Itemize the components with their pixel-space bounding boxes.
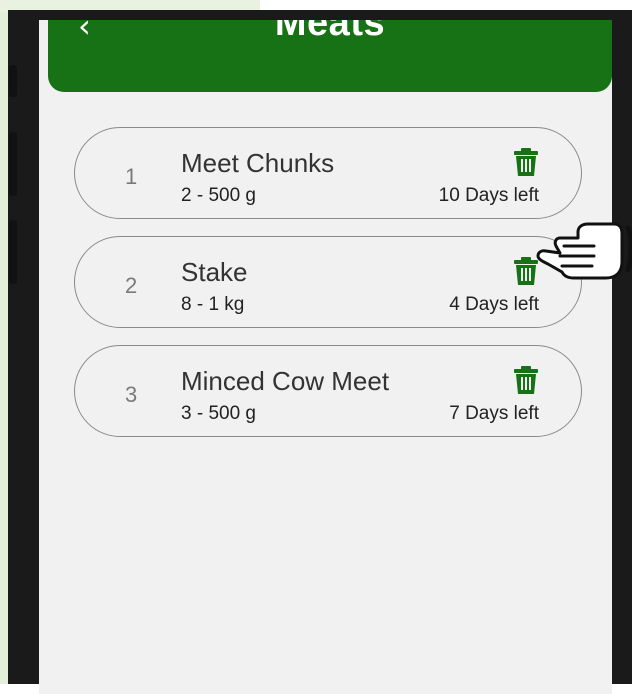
- item-quantity: 3 - 500 g: [181, 403, 256, 424]
- pointing-hand-icon: [536, 222, 632, 280]
- item-index: 2: [125, 273, 138, 298]
- page-title: Meats: [274, 20, 386, 44]
- list-item[interactable]: 2 Stake 8 - 1 kg 4 Days left: [74, 236, 582, 328]
- item-name: Meet Chunks: [181, 148, 335, 178]
- item-index: 1: [125, 164, 138, 189]
- trash-icon[interactable]: [513, 148, 539, 176]
- phone-side-button: [9, 65, 17, 97]
- item-days-left: 4 Days left: [449, 294, 539, 315]
- item-name: Minced Cow Meet: [181, 366, 390, 396]
- item-quantity: 2 - 500 g: [181, 185, 256, 206]
- trash-icon[interactable]: [513, 366, 539, 394]
- list-item[interactable]: 1 Meet Chunks 2 - 500 g 10 Days left: [74, 127, 582, 219]
- phone-frame: ‹ Meats 1 Meet Chunks 2 - 500 g 10 Days …: [8, 10, 632, 694]
- phone-side-button: [9, 220, 17, 284]
- app-header: ‹ Meats: [48, 20, 612, 92]
- item-days-left: 10 Days left: [438, 185, 539, 206]
- phone-side-button: [9, 132, 17, 196]
- item-name: Stake: [181, 257, 248, 287]
- app-screen: ‹ Meats 1 Meet Chunks 2 - 500 g 10 Days …: [39, 20, 612, 694]
- item-quantity: 8 - 1 kg: [181, 294, 245, 315]
- item-index: 3: [125, 382, 138, 407]
- list-item[interactable]: 3 Minced Cow Meet 3 - 500 g 7 Days left: [74, 345, 582, 437]
- item-days-left: 7 Days left: [449, 403, 539, 424]
